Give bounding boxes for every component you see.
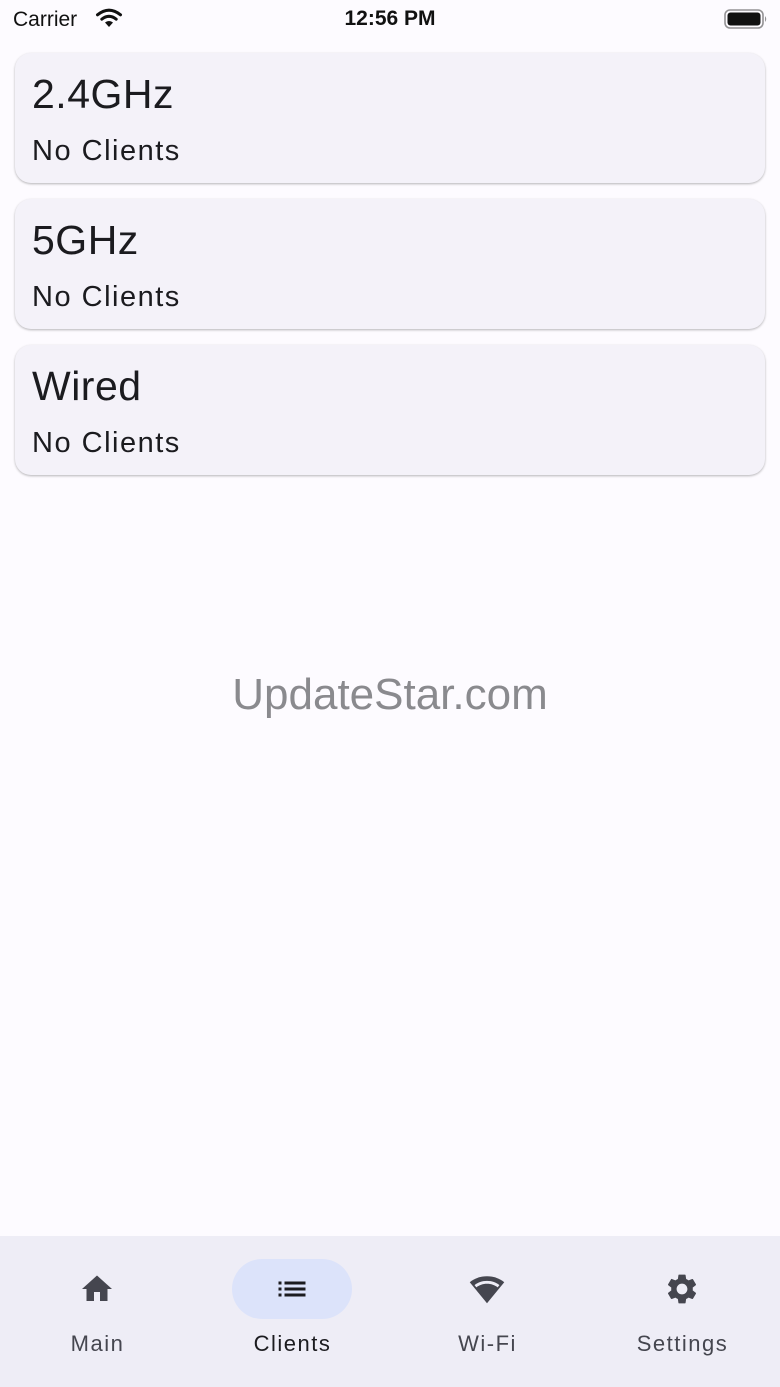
- list-icon: [278, 1281, 306, 1297]
- nav-item-main[interactable]: Main: [0, 1236, 195, 1387]
- nav-label: Settings: [636, 1331, 729, 1356]
- nav-label: Clients: [253, 1331, 332, 1356]
- bottom-navigation: Main Clients Wi-Fi Settings: [0, 1236, 780, 1387]
- battery-icon: [724, 9, 767, 29]
- band-card-2-4ghz[interactable]: 2.4GHz No Clients: [15, 53, 765, 183]
- band-card-list: 2.4GHz No Clients 5GHz No Clients Wired …: [15, 53, 765, 491]
- watermark-text: UpdateStar.com: [232, 670, 548, 719]
- band-title: Wired: [32, 363, 142, 409]
- band-status: No Clients: [32, 281, 181, 313]
- nav-item-wifi[interactable]: Wi-Fi: [390, 1236, 585, 1387]
- app-screen: Carrier 12:56 PM 2.4GHz No Clients 5GHz …: [0, 0, 780, 1387]
- nav-item-clients[interactable]: Clients: [195, 1236, 390, 1387]
- status-time: 12:56 PM: [344, 7, 436, 30]
- band-card-wired[interactable]: Wired No Clients: [15, 345, 765, 475]
- band-title: 2.4GHz: [32, 71, 174, 117]
- status-bar: Carrier 12:56 PM: [0, 0, 780, 40]
- nav-label: Wi-Fi: [458, 1331, 517, 1356]
- band-card-5ghz[interactable]: 5GHz No Clients: [15, 199, 765, 329]
- band-status: No Clients: [32, 135, 181, 167]
- band-title: 5GHz: [32, 217, 139, 263]
- wifi-icon: [469, 1276, 505, 1304]
- band-status: No Clients: [32, 427, 181, 459]
- gear-icon: [667, 1274, 697, 1304]
- nav-label: Main: [70, 1331, 125, 1356]
- nav-item-settings[interactable]: Settings: [585, 1236, 780, 1387]
- home-icon: [82, 1275, 112, 1301]
